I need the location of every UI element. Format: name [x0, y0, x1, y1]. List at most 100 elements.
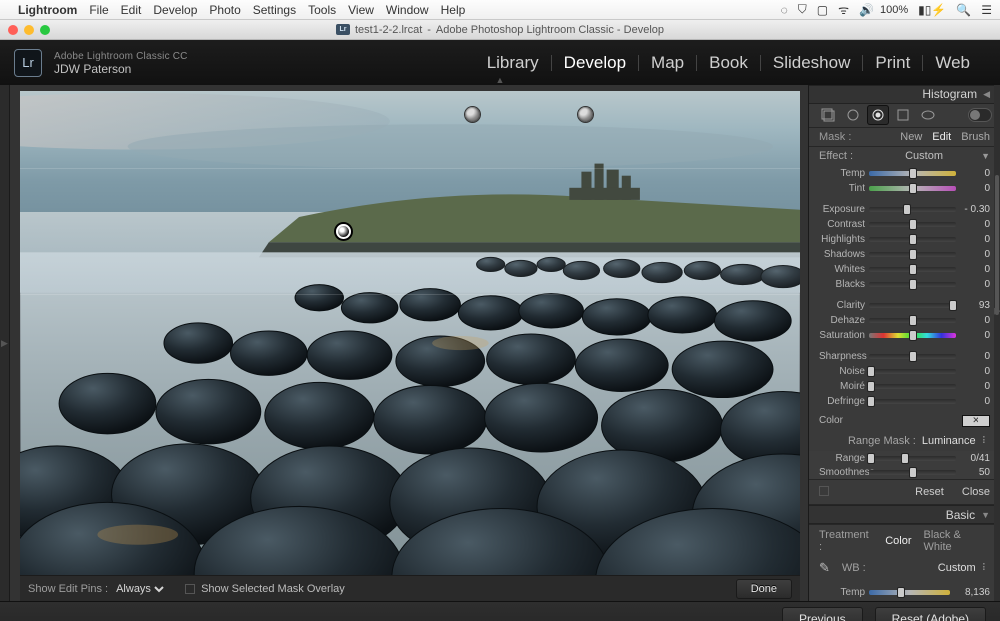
- slider-thumb[interactable]: [909, 234, 917, 245]
- slider-track[interactable]: [869, 237, 956, 242]
- slider-exposure[interactable]: Exposure- 0.30: [809, 202, 1000, 217]
- wb-value[interactable]: Custom: [938, 562, 976, 574]
- status-cloud-icon[interactable]: ◌: [781, 3, 788, 17]
- left-panel-collapsed[interactable]: ▶: [0, 85, 10, 601]
- slider-track[interactable]: [869, 222, 956, 227]
- status-spotlight-icon[interactable]: 🔍: [956, 3, 971, 17]
- slider-thumb[interactable]: [867, 396, 875, 407]
- slider-noise[interactable]: Noise0: [809, 364, 1000, 379]
- status-battery-icon[interactable]: ▮▯⚡: [918, 3, 946, 17]
- module-map[interactable]: Map: [639, 53, 696, 73]
- right-panel-expand-handle[interactable]: ▶: [994, 305, 1000, 316]
- slider-thumb[interactable]: [909, 351, 917, 362]
- slider-track[interactable]: [869, 369, 956, 374]
- eyedropper-icon[interactable]: ✎: [819, 560, 830, 576]
- slider-thumb[interactable]: [909, 467, 917, 478]
- menu-settings[interactable]: Settings: [253, 3, 296, 17]
- status-display-icon[interactable]: ▢: [817, 3, 828, 17]
- slider-track[interactable]: [869, 456, 956, 461]
- close-button[interactable]: Close: [962, 486, 990, 498]
- range-mask-row[interactable]: Range Mask : Luminance ⠇: [809, 431, 1000, 451]
- menu-develop[interactable]: Develop: [153, 3, 197, 17]
- slider-thumb[interactable]: [903, 204, 911, 215]
- basic-panel-header[interactable]: Basic▼: [809, 505, 1000, 524]
- slider-clarity[interactable]: Clarity93: [809, 298, 1000, 313]
- treatment-bw[interactable]: Black & White: [924, 529, 990, 553]
- slider-tint[interactable]: Tint0: [809, 181, 1000, 196]
- adjustment-brush-tool-icon[interactable]: [917, 105, 939, 125]
- slider-defringe[interactable]: Defringe0: [809, 394, 1000, 409]
- menu-edit[interactable]: Edit: [121, 3, 142, 17]
- slider-sharpness[interactable]: Sharpness0: [809, 349, 1000, 364]
- top-panel-collapse-handle[interactable]: ▲: [496, 75, 505, 85]
- reset-adobe-button[interactable]: Reset (Adobe): [875, 607, 986, 621]
- module-book[interactable]: Book: [697, 53, 760, 73]
- slider-thumb[interactable]: [909, 315, 917, 326]
- window-minimize-button[interactable]: [24, 25, 34, 35]
- slider-thumb[interactable]: [909, 249, 917, 260]
- status-volume-icon[interactable]: 🔊: [859, 3, 874, 17]
- slider-thumb[interactable]: [909, 168, 917, 179]
- slider-thumb[interactable]: [909, 330, 917, 341]
- window-close-button[interactable]: [8, 25, 18, 35]
- slider-track[interactable]: [869, 318, 956, 323]
- reset-button[interactable]: Reset: [915, 486, 944, 498]
- show-edit-pins-select[interactable]: Always: [112, 582, 167, 596]
- done-button[interactable]: Done: [736, 579, 792, 599]
- menu-window[interactable]: Window: [386, 3, 429, 17]
- slider-track[interactable]: [869, 207, 956, 212]
- slider-thumb[interactable]: [897, 587, 905, 598]
- app-menu[interactable]: Lightroom: [18, 3, 77, 17]
- slider-track[interactable]: [869, 171, 956, 176]
- mask-brush[interactable]: Brush: [961, 131, 990, 143]
- slider-thumb[interactable]: [909, 279, 917, 290]
- histogram-panel-header[interactable]: Histogram◀: [809, 85, 1000, 104]
- menu-tools[interactable]: Tools: [308, 3, 336, 17]
- slider-thumb-lo[interactable]: [867, 453, 875, 464]
- status-shield-icon[interactable]: ⛉: [798, 2, 807, 17]
- status-wifi-icon[interactable]: ᯤ: [838, 1, 849, 18]
- slider-whites[interactable]: Whites0: [809, 262, 1000, 277]
- slider-moire[interactable]: Moiré0: [809, 379, 1000, 394]
- slider-thumb[interactable]: [909, 264, 917, 275]
- spot-removal-tool-icon[interactable]: [842, 105, 864, 125]
- slider-track[interactable]: [869, 267, 956, 272]
- slider-thumb[interactable]: [867, 366, 875, 377]
- menu-file[interactable]: File: [89, 3, 108, 17]
- menu-help[interactable]: Help: [441, 3, 466, 17]
- slider-shadows[interactable]: Shadows0: [809, 247, 1000, 262]
- slider-basic-temp[interactable]: Temp 8,136: [809, 584, 1000, 601]
- slider-thumb[interactable]: [909, 183, 917, 194]
- edit-pin-selected[interactable]: [336, 224, 351, 239]
- slider-track[interactable]: [869, 282, 956, 287]
- slider-range[interactable]: Range 0/41: [809, 451, 1000, 465]
- slider-thumb[interactable]: [909, 219, 917, 230]
- slider-smoothness[interactable]: Smoothness 50: [809, 465, 1000, 479]
- color-swatch[interactable]: ✕: [962, 415, 990, 427]
- slider-track[interactable]: [869, 252, 956, 257]
- menu-view[interactable]: View: [348, 3, 374, 17]
- slider-track[interactable]: [869, 303, 956, 308]
- slider-thumb[interactable]: [949, 300, 957, 311]
- radial-filter-tool-icon[interactable]: [892, 105, 914, 125]
- slider-thumb[interactable]: [867, 381, 875, 392]
- slider-track[interactable]: [869, 354, 956, 359]
- mask-overlay-checkbox[interactable]: [185, 584, 195, 594]
- identity-plate[interactable]: JDW Paterson: [54, 63, 188, 75]
- module-print[interactable]: Print: [863, 53, 922, 73]
- effect-row[interactable]: Effect : Custom ▼: [809, 147, 1000, 166]
- slider-temp[interactable]: Temp0: [809, 166, 1000, 181]
- slider-track[interactable]: [869, 399, 956, 404]
- slider-track[interactable]: [869, 186, 956, 191]
- slider-track[interactable]: [869, 384, 956, 389]
- slider-dehaze[interactable]: Dehaze0: [809, 313, 1000, 328]
- menu-photo[interactable]: Photo: [209, 3, 240, 17]
- slider-blacks[interactable]: Blacks0: [809, 277, 1000, 292]
- panel-checkbox[interactable]: [819, 486, 829, 496]
- module-library[interactable]: Library: [475, 53, 551, 73]
- scrollbar-thumb[interactable]: [995, 175, 999, 315]
- mask-new[interactable]: New: [900, 131, 922, 143]
- status-controlcenter-icon[interactable]: ☰: [981, 3, 992, 17]
- previous-button[interactable]: Previous: [782, 607, 863, 621]
- right-panel-scrollbar[interactable]: [994, 85, 1000, 601]
